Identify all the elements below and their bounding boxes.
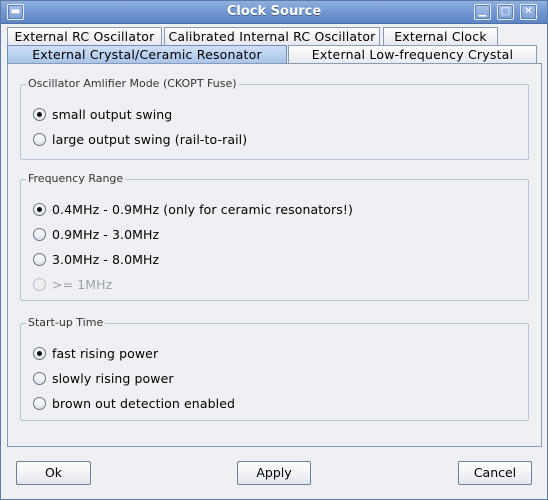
amplifier-mode-group-title: Oscillator Amlifier Mode (CKOPT Fuse) [26, 77, 239, 90]
close-icon[interactable]: ✕ [520, 4, 537, 20]
radio-label: 0.4MHz - 0.9MHz (only for ceramic resona… [52, 201, 353, 217]
radio-freq-0-4-0-9[interactable]: 0.4MHz - 0.9MHz (only for ceramic resona… [33, 201, 353, 217]
radio-unselected-icon[interactable] [33, 371, 46, 385]
minimize-icon[interactable]: ▁ [474, 4, 491, 20]
cancel-button[interactable]: Cancel [458, 461, 532, 485]
startup-time-group-title: Start-up Time [26, 316, 106, 329]
radio-label: >= 1MHz [52, 276, 113, 292]
tab-calibrated-internal-rc-oscillator[interactable]: Calibrated Internal RC Oscillator [164, 27, 380, 45]
radio-unselected-icon[interactable] [33, 132, 46, 146]
radio-disabled-icon [33, 277, 46, 291]
frequency-range-group: Frequency Range 0.4MHz - 0.9MHz (only fo… [20, 172, 529, 301]
amplifier-mode-group: Oscillator Amlifier Mode (CKOPT Fuse) sm… [20, 77, 529, 160]
radio-unselected-icon[interactable] [33, 252, 46, 266]
radio-selected-icon[interactable] [33, 107, 46, 121]
radio-label: small output swing [52, 106, 173, 122]
radio-unselected-icon[interactable] [33, 396, 46, 410]
title-bar[interactable]: ▬ Clock Source ▁ □ ✕ [1, 1, 547, 24]
radio-brown-out-detection[interactable]: brown out detection enabled [33, 395, 235, 411]
tab-external-low-frequency-crystal[interactable]: External Low-frequency Crystal [288, 45, 537, 63]
radio-label: 0.9MHz - 3.0MHz [52, 226, 160, 242]
radio-label: fast rising power [52, 345, 159, 361]
radio-label: brown out detection enabled [52, 395, 236, 411]
apply-button[interactable]: Apply [237, 461, 311, 485]
frequency-range-group-title: Frequency Range [26, 172, 126, 185]
radio-freq-0-9-3-0[interactable]: 0.9MHz - 3.0MHz [33, 226, 159, 242]
radio-small-output-swing[interactable]: small output swing [33, 106, 172, 122]
tab-content-panel: Oscillator Amlifier Mode (CKOPT Fuse) sm… [7, 63, 542, 447]
radio-selected-icon[interactable] [33, 346, 46, 360]
radio-large-output-swing[interactable]: large output swing (rail-to-rail) [33, 131, 247, 147]
radio-label: slowly rising power [52, 370, 174, 386]
maximize-icon[interactable]: □ [497, 4, 514, 20]
radio-fast-rising-power[interactable]: fast rising power [33, 345, 158, 361]
radio-unselected-icon[interactable] [33, 227, 46, 241]
radio-freq-3-0-8-0[interactable]: 3.0MHz - 8.0MHz [33, 251, 159, 267]
tab-external-clock[interactable]: External Clock [383, 27, 498, 45]
radio-slowly-rising-power[interactable]: slowly rising power [33, 370, 174, 386]
tab-external-rc-oscillator[interactable]: External RC Oscillator [7, 27, 162, 45]
radio-selected-icon[interactable] [33, 202, 46, 216]
radio-label: 3.0MHz - 8.0MHz [52, 251, 160, 267]
tab-external-crystal-ceramic-resonator[interactable]: External Crystal/Ceramic Resonator [7, 45, 287, 63]
radio-freq-ge-1mhz: >= 1MHz [33, 276, 112, 292]
dialog-window: ▬ Clock Source ▁ □ ✕ External RC Oscilla… [0, 0, 548, 500]
startup-time-group: Start-up Time fast rising power slowly r… [20, 316, 529, 421]
radio-label: large output swing (rail-to-rail) [52, 131, 248, 147]
ok-button[interactable]: Ok [16, 461, 91, 485]
window-title: Clock Source [226, 4, 322, 19]
